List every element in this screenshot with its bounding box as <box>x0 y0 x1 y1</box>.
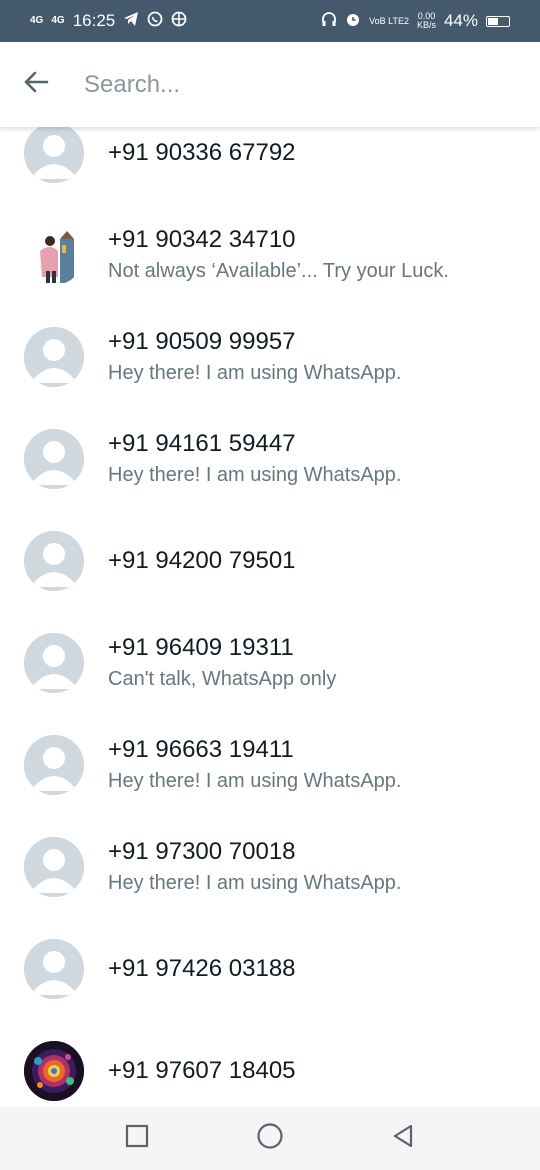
contact-photo-avatar <box>24 1041 84 1101</box>
contact-status: Hey there! I am using WhatsApp. <box>108 464 402 486</box>
search-input[interactable] <box>82 69 486 100</box>
default-avatar-icon <box>24 327 84 387</box>
default-avatar-icon <box>24 531 84 591</box>
contact-name: +91 97300 70018 <box>108 838 296 865</box>
recents-button[interactable] <box>115 1117 159 1161</box>
app-notification-icon <box>171 11 187 32</box>
network-speed: 0.00 KB/s <box>417 12 436 30</box>
navigation-bar <box>0 1107 540 1170</box>
contact-name: +91 90509 99957 <box>108 328 296 355</box>
status-bar: 4G 4G 16:25 VoB LTE2 0.00 KB/s 44% <box>0 0 540 42</box>
contact-name: +91 97607 18405 <box>108 1057 296 1084</box>
contact-text: +91 90342 34710 Not always ‘Available’...… <box>108 204 520 306</box>
contact-row[interactable]: +91 97426 03188 <box>0 918 540 1020</box>
contact-text: +91 97426 03188 <box>108 918 520 1020</box>
default-avatar-icon <box>24 735 84 795</box>
system-back-button[interactable] <box>381 1117 425 1161</box>
contact-text: +91 97607 18405 <box>108 1020 520 1107</box>
contact-text: +91 94161 59447 Hey there! I am using Wha… <box>108 408 520 510</box>
contact-status: Hey there! I am using WhatsApp. <box>108 362 402 384</box>
back-button[interactable] <box>16 65 56 105</box>
clock: 16:25 <box>72 11 116 30</box>
status-bar-right: VoB LTE2 0.00 KB/s 44% <box>321 11 510 32</box>
contact-text: +91 94200 79501 <box>108 510 520 612</box>
contact-name: +91 96663 19411 <box>108 736 294 763</box>
contact-row[interactable]: +91 94161 59447 Hey there! I am using Wha… <box>0 408 540 510</box>
network-indicator-2: 4G <box>51 15 65 26</box>
contact-status: Can't talk, WhatsApp only <box>108 668 337 690</box>
square-icon <box>124 1123 150 1154</box>
contact-text: +91 97300 70018 Hey there! I am using Wha… <box>108 816 520 918</box>
contact-status: Not always ‘Available’... Try your Luck. <box>108 260 449 282</box>
contact-text: +91 90336 67792 <box>108 127 520 204</box>
volte-indicator: VoB LTE2 <box>369 15 409 26</box>
status-bar-left: 4G 4G 16:25 <box>30 11 187 32</box>
contact-list-inner: +91 90336 67792 +91 90342 34710 Not always… <box>0 127 540 1107</box>
headphones-icon <box>321 11 337 32</box>
default-avatar-icon <box>24 939 84 999</box>
contact-text: +91 96663 19411 Hey there! I am using Wha… <box>108 714 520 816</box>
network-indicator-1: 4G <box>30 15 44 26</box>
default-avatar-icon <box>24 633 84 693</box>
contact-name: +91 94161 59447 <box>108 430 296 457</box>
contact-photo-avatar <box>24 225 84 285</box>
default-avatar-icon <box>24 127 84 183</box>
contact-list[interactable]: +91 90336 67792 +91 90342 34710 Not always… <box>0 127 540 1107</box>
network-speed-unit: KB/s <box>416 20 436 30</box>
whatsapp-icon <box>147 11 163 32</box>
contact-row[interactable]: +91 97300 70018 Hey there! I am using Wha… <box>0 816 540 918</box>
contact-row[interactable]: +91 96409 19311 Can't talk, WhatsApp only <box>0 612 540 714</box>
search-header <box>0 42 540 127</box>
contact-row[interactable]: +91 97607 18405 <box>0 1020 540 1107</box>
contact-row[interactable]: +91 90342 34710 Not always ‘Available’...… <box>0 204 540 306</box>
contact-name: +91 96409 19311 <box>108 634 294 661</box>
battery-icon <box>486 15 510 27</box>
triangle-back-icon <box>390 1123 416 1154</box>
contact-row[interactable]: +91 90509 99957 Hey there! I am using Wha… <box>0 306 540 408</box>
contact-name: +91 97426 03188 <box>108 955 296 982</box>
contact-name: +91 90336 67792 <box>108 139 296 166</box>
default-avatar-icon <box>24 837 84 897</box>
contact-text: +91 96409 19311 Can't talk, WhatsApp only <box>108 612 520 714</box>
alarm-icon <box>345 11 361 32</box>
contact-row[interactable]: +91 90336 67792 <box>0 127 540 204</box>
home-button[interactable] <box>248 1117 292 1161</box>
contact-name: +91 94200 79501 <box>108 547 296 574</box>
contact-row[interactable]: +91 96663 19411 Hey there! I am using Wha… <box>0 714 540 816</box>
default-avatar-icon <box>24 429 84 489</box>
arrow-left-icon <box>22 68 50 101</box>
contact-row[interactable]: +91 94200 79501 <box>0 510 540 612</box>
contact-status: Hey there! I am using WhatsApp. <box>108 872 402 894</box>
contact-name: +91 90342 34710 <box>108 226 296 253</box>
contact-status: Hey there! I am using WhatsApp. <box>108 770 402 792</box>
battery-percent: 44% <box>443 11 478 30</box>
telegram-icon <box>123 11 139 32</box>
circle-icon <box>256 1122 284 1155</box>
contact-text: +91 90509 99957 Hey there! I am using Wha… <box>108 306 520 408</box>
